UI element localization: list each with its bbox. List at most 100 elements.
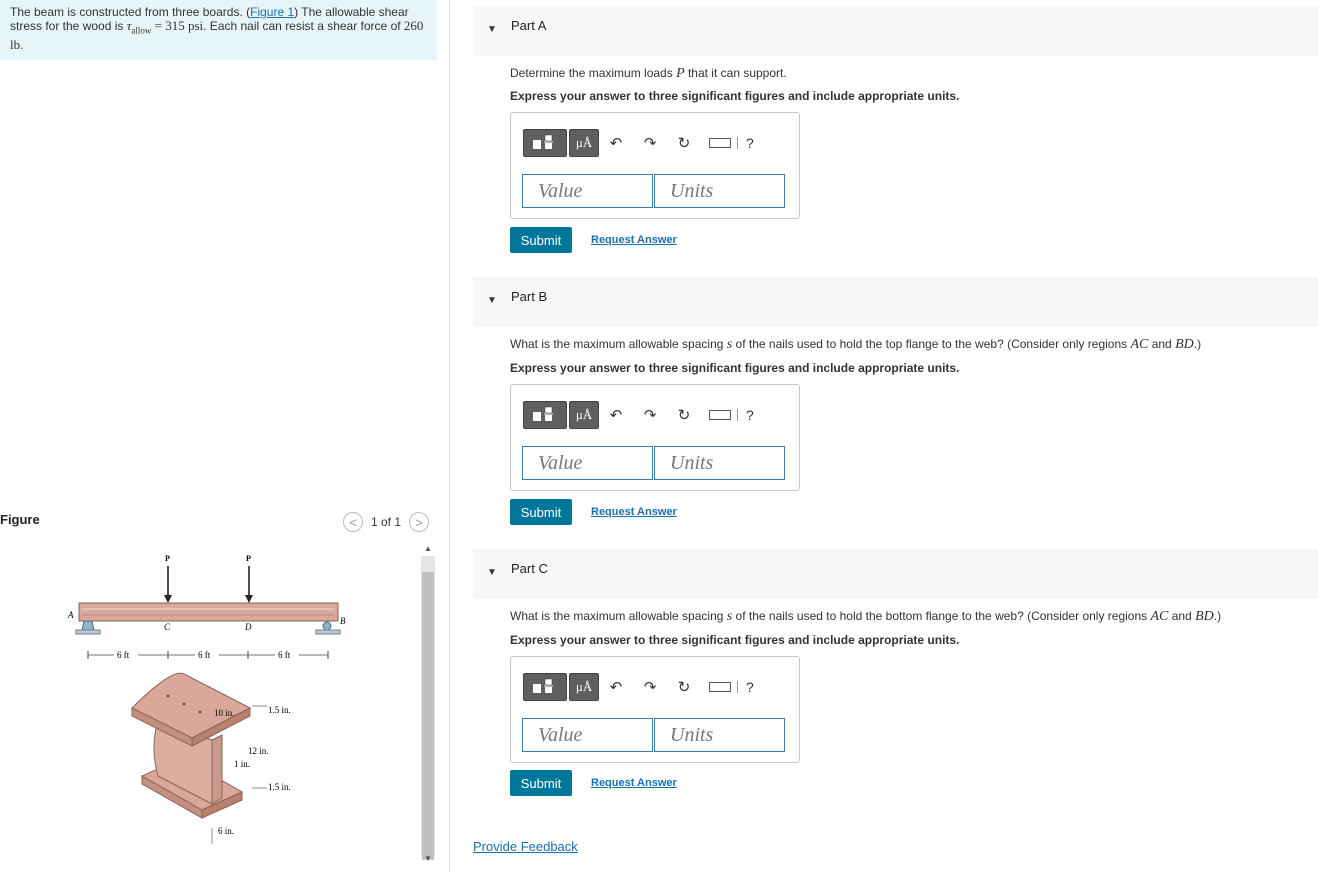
keyboard-icon[interactable] <box>709 138 731 148</box>
load-label-p2: P <box>246 554 251 563</box>
beam-figure: P P A B C D 6 ft 6 ft 6 ft 10 in. 1.5 in… <box>67 554 346 844</box>
problem-statement: The beam is constructed from three board… <box>0 0 437 60</box>
nail-head <box>182 702 186 706</box>
scroll-down-icon[interactable]: ▼ <box>424 854 432 863</box>
column-divider <box>449 0 450 872</box>
tau-symbol: τallow = 315 psi <box>126 18 204 36</box>
collapse-icon[interactable]: ▼ <box>487 24 497 35</box>
figure-link[interactable]: Figure 1 <box>250 5 294 19</box>
intro-text-4: . <box>20 37 24 52</box>
ground-a <box>75 629 101 635</box>
part-c-header[interactable]: ▼ Part C <box>473 549 1318 599</box>
units-icon[interactable]: μÅ <box>569 129 599 157</box>
math-toolbar: μÅ ↶ ↷ ↻ ? <box>523 672 754 702</box>
units-input[interactable]: Units <box>654 174 785 208</box>
part-c-answer-box: μÅ ↶ ↷ ↻ ? Value Units <box>510 656 800 763</box>
templates-icon[interactable] <box>523 129 567 157</box>
part-b-submit-button[interactable]: Submit <box>510 499 572 525</box>
toolbar-separator <box>737 409 738 421</box>
value-input[interactable]: Value <box>522 718 653 752</box>
dim-12in: 12 in. <box>248 746 269 756</box>
figure-title: Figure <box>0 512 40 527</box>
scroll-up-icon[interactable]: ▲ <box>424 544 432 553</box>
part-a-header[interactable]: ▼ Part A <box>473 6 1318 56</box>
part-b-header[interactable]: ▼ Part B <box>473 277 1318 327</box>
part-a-instruction: Express your answer to three significant… <box>510 89 960 103</box>
part-b-request-answer-link[interactable]: Request Answer <box>591 506 677 518</box>
toolbar-separator <box>737 137 738 149</box>
part-b-title: Part B <box>511 289 548 304</box>
nail-head <box>198 710 202 714</box>
part-c-instruction: Express your answer to three significant… <box>510 633 960 647</box>
collapse-icon[interactable]: ▼ <box>487 567 497 578</box>
nail-head <box>166 694 170 698</box>
support-label-b: B <box>340 616 346 626</box>
dim-1in: 1 in. <box>234 759 250 769</box>
units-input[interactable]: Units <box>654 446 785 480</box>
point-label-c: C <box>164 622 171 632</box>
collapse-icon[interactable]: ▼ <box>487 295 497 306</box>
load-arrowhead-1 <box>164 595 172 603</box>
dim-10in: 10 in. <box>214 708 235 718</box>
web-edge <box>211 734 223 805</box>
part-b-answer-box: μÅ ↶ ↷ ↻ ? Value Units <box>510 384 800 491</box>
value-input[interactable]: Value <box>522 174 653 208</box>
units-icon[interactable]: μÅ <box>569 401 599 429</box>
redo-icon[interactable]: ↷ <box>633 134 667 152</box>
beam <box>78 602 339 622</box>
point-label-d: D <box>244 622 252 632</box>
reset-icon[interactable]: ↻ <box>667 134 701 152</box>
units-icon[interactable]: μÅ <box>569 673 599 701</box>
value-input[interactable]: Value <box>522 446 653 480</box>
figure-scrollbar[interactable]: ▲ ▼ <box>421 542 435 868</box>
part-b-instruction: Express your answer to three significant… <box>510 361 960 375</box>
templates-icon[interactable] <box>523 401 567 429</box>
part-c-submit-button[interactable]: Submit <box>510 770 572 796</box>
part-a-request-answer-link[interactable]: Request Answer <box>591 234 677 246</box>
undo-icon[interactable]: ↶ <box>599 406 633 424</box>
redo-icon[interactable]: ↷ <box>633 406 667 424</box>
figure-pager: < 1 of 1 > <box>343 512 430 532</box>
left-panel: The beam is constructed from three board… <box>0 0 450 872</box>
undo-icon[interactable]: ↶ <box>599 678 633 696</box>
top-flange <box>131 672 252 739</box>
part-c-title: Part C <box>511 561 548 576</box>
reset-icon[interactable]: ↻ <box>667 678 701 696</box>
dim-15in-bottom: 1.5 in. <box>268 782 291 792</box>
help-icon[interactable]: ? <box>746 407 754 423</box>
load-arrowhead-2 <box>245 595 253 603</box>
part-a-title: Part A <box>511 18 547 33</box>
provide-feedback-link[interactable]: Provide Feedback <box>473 839 578 854</box>
part-a-question: Determine the maximum loads P that it ca… <box>510 66 787 81</box>
reset-icon[interactable]: ↻ <box>667 406 701 424</box>
keyboard-icon[interactable] <box>709 682 731 692</box>
help-icon[interactable]: ? <box>746 679 754 695</box>
support-label-a: A <box>67 610 74 620</box>
part-b-question: What is the maximum allowable spacing s … <box>510 337 1202 352</box>
figure-counter: 1 of 1 <box>371 515 402 529</box>
toolbar-separator <box>737 681 738 693</box>
prev-figure-button[interactable]: < <box>343 512 363 532</box>
intro-text-1: The beam is constructed from three board… <box>10 5 251 19</box>
intro-text-3: . Each nail can resist a shear force of <box>203 19 404 33</box>
scroll-thumb[interactable] <box>422 572 434 860</box>
span-label-2: 6 ft <box>198 650 211 660</box>
math-toolbar: μÅ ↶ ↷ ↻ ? <box>523 400 754 430</box>
part-c-question: What is the maximum allowable spacing s … <box>510 609 1222 624</box>
keyboard-icon[interactable] <box>709 410 731 420</box>
load-label-p1: P <box>165 554 170 563</box>
dim-15in-top: 1.5 in. <box>268 705 291 715</box>
part-c-request-answer-link[interactable]: Request Answer <box>591 777 677 789</box>
help-icon[interactable]: ? <box>746 135 754 151</box>
part-a-answer-box: μÅ ↶ ↷ ↻ ? Value Units <box>510 112 800 219</box>
templates-icon[interactable] <box>523 673 567 701</box>
part-a-submit-button[interactable]: Submit <box>510 227 572 253</box>
redo-icon[interactable]: ↷ <box>633 678 667 696</box>
pin-support-a <box>81 620 95 631</box>
undo-icon[interactable]: ↶ <box>599 134 633 152</box>
next-figure-button[interactable]: > <box>409 512 430 532</box>
roller-support-b <box>322 621 332 631</box>
units-input[interactable]: Units <box>654 718 785 752</box>
math-toolbar: μÅ ↶ ↷ ↻ ? <box>523 128 754 158</box>
span-label-3: 6 ft <box>278 650 291 660</box>
